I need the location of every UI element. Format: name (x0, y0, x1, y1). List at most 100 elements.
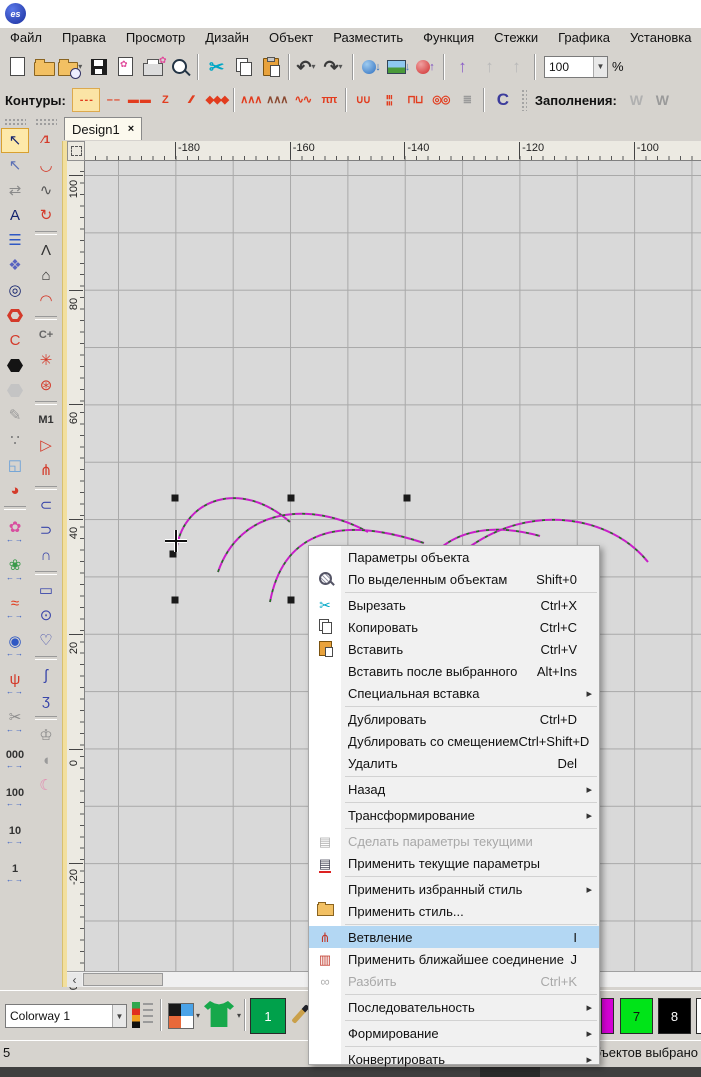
outline-style-coil[interactable]: ◎◎ (428, 89, 454, 111)
outline-style-blanket[interactable]: ≣ (454, 89, 480, 111)
arc-digitize-tool[interactable]: ◡ (32, 153, 60, 178)
menu-item-cut[interactable]: ✂ВырезатьCtrl+X (309, 594, 599, 616)
stipple-run-tool[interactable]: ∵ (1, 428, 29, 453)
menu-item-paste-special[interactable]: Специальная вставка▸ (309, 682, 599, 704)
knife-tool[interactable]: ✎ (1, 403, 29, 428)
freehand-open-tool[interactable]: ʃ (32, 663, 60, 688)
export-graphic-button[interactable]: ✿ (112, 52, 139, 82)
punch-arc-tool[interactable]: ☾ (32, 773, 60, 798)
reshape-object-tool[interactable]: ↖ (1, 153, 29, 178)
current-color-swatch[interactable]: 1 (250, 998, 286, 1034)
menu-item-copy[interactable]: КопироватьCtrl+C (309, 616, 599, 638)
color-swatch-8[interactable]: 8 (658, 998, 691, 1034)
design-colors-button[interactable]: ↑ (412, 52, 439, 82)
menu-Графика[interactable]: Графика (548, 28, 620, 48)
rectangle-tool[interactable]: ▭ (32, 578, 60, 603)
menu-Разместить[interactable]: Разместить (323, 28, 413, 48)
ellipse-tool[interactable]: ⊙ (32, 603, 60, 628)
new-document-button[interactable] (4, 52, 31, 82)
print-preview-button[interactable] (166, 52, 193, 82)
outline-style-wave[interactable]: ∿∿ (290, 89, 316, 111)
open-design-button[interactable] (31, 52, 58, 82)
rotate-ellipse-tool[interactable]: ↻ (32, 203, 60, 228)
overlap-squares-tool[interactable]: ◱ (1, 453, 29, 478)
outline-style-diamonds[interactable]: ◆◆◆ (204, 89, 230, 111)
colorway-select[interactable]: Colorway 1 ▼ (5, 1004, 127, 1028)
polyline-run-tool[interactable]: M1 (32, 408, 60, 433)
lettering-tool[interactable]: A (1, 203, 29, 228)
menu-item-duplicate[interactable]: ДублироватьCtrl+D (309, 708, 599, 730)
selection-handle[interactable] (288, 597, 295, 604)
rings-tool[interactable]: ◎ (1, 278, 29, 303)
circle-plus-tool[interactable]: C+ (32, 323, 60, 348)
open-polyline-tool[interactable]: Λ (32, 238, 60, 263)
outline-style-hatch[interactable]: ∕∕∕ (178, 89, 204, 111)
menu-item-convert[interactable]: Конвертировать▸ (309, 1048, 599, 1070)
menu-item-zoom-to-selected[interactable]: По выделенным объектамShift+0 (309, 568, 599, 590)
scissors-spacing-tool[interactable]: ✂←→ (1, 703, 29, 741)
selection-handle[interactable] (172, 495, 179, 502)
selection-handle[interactable] (288, 495, 295, 502)
freehand-closed-tool[interactable]: ʒ (32, 688, 60, 713)
chevron-down-icon[interactable]: ▼ (112, 1005, 126, 1027)
cut-button[interactable]: ✂ (203, 52, 230, 82)
toolbar-grip[interactable] (521, 89, 527, 111)
gradient-hexagon-tool[interactable] (1, 378, 29, 403)
menu-item-sequence[interactable]: Последовательность▸ (309, 996, 599, 1018)
closed-polygon-tool[interactable]: ⌂ (32, 263, 60, 288)
menu-Установка[interactable]: Установка (620, 28, 701, 48)
redo-button[interactable]: ↷▾ (321, 52, 348, 82)
thread-spool-tool[interactable]: ◉←→ (1, 627, 29, 665)
scrollbar-thumb[interactable] (83, 973, 163, 986)
flower-wheel-tool[interactable]: ✳ (32, 348, 60, 373)
circle-knife-tool[interactable]: ◖ (32, 748, 60, 773)
curve-right-tool[interactable]: ⊃ (32, 518, 60, 543)
hexagon-outline-tool[interactable] (1, 303, 29, 328)
outline-style-zigzag-small[interactable]: ∧∧∧ (238, 89, 264, 111)
save-design-button[interactable] (85, 52, 112, 82)
color-swatch-7[interactable]: 7 (620, 998, 653, 1034)
color-brush-icon[interactable] (291, 1004, 309, 1024)
undo-button[interactable]: ↶▾ (294, 52, 321, 82)
spoke-wheel-tool[interactable]: ⊛ (32, 373, 60, 398)
value-10-tool[interactable]: 10←→ (1, 817, 29, 855)
outline-style-loops[interactable]: ∪∪ (350, 89, 376, 111)
branching-tool[interactable]: ⋔ (32, 458, 60, 483)
output-button-1[interactable]: ↑ (476, 52, 503, 82)
flower-tool[interactable]: ✿←→ (1, 513, 29, 551)
product-tshirt-icon[interactable] (204, 1001, 234, 1027)
menu-item-split[interactable]: ∞РазбитьCtrl+K (309, 970, 599, 992)
menu-item-apply-style[interactable]: Применить стиль... (309, 900, 599, 922)
outline-style-sketch[interactable]: ¦¦¦ (376, 89, 402, 111)
menu-Функция[interactable]: Функция (413, 28, 484, 48)
menu-item-paste-after-selected[interactable]: Вставить после выбранногоAlt+Ins (309, 660, 599, 682)
embroidery-curve[interactable] (177, 498, 290, 546)
print-button[interactable]: ✿ (139, 52, 166, 82)
send-to-hoop-button[interactable]: ↑ (449, 52, 476, 82)
outline-style-square-wave[interactable]: ⊓⊔ (402, 89, 428, 111)
menu-item-shaping[interactable]: Формирование▸ (309, 1022, 599, 1044)
copy-button[interactable] (230, 52, 257, 82)
insert-design-button[interactable]: ↓ (358, 52, 385, 82)
toolbox-grip[interactable] (35, 118, 57, 125)
menu-item-branching[interactable]: ⋔ВетвлениеI (309, 926, 599, 948)
zigzag-spacing-tool[interactable]: ≈←→ (1, 589, 29, 627)
menu-item-apply-closest-join[interactable]: ▥Применить ближайшее соединениеJ (309, 948, 599, 970)
selection-handle[interactable] (404, 495, 411, 502)
output-button-2[interactable]: ↑ (503, 52, 530, 82)
open-recent-button[interactable]: ▾ (58, 52, 85, 82)
outline-style-comb[interactable]: ππ (316, 89, 342, 111)
menu-item-object-properties[interactable]: Параметры объекта (309, 546, 599, 568)
curve-left-tool[interactable]: ⊂ (32, 493, 60, 518)
monogramming-tool[interactable]: ❖ (1, 253, 29, 278)
value-1-tool[interactable]: 1←→ (1, 855, 29, 893)
outline-style-dash-small[interactable]: - - - (72, 88, 100, 112)
menu-Правка[interactable]: Правка (52, 28, 116, 48)
arc-digitize-button[interactable]: C (488, 89, 518, 111)
paste-button[interactable] (257, 52, 284, 82)
value-100-tool[interactable]: 100←→ (1, 779, 29, 817)
plant-tool[interactable]: ❀←→ (1, 551, 29, 589)
menu-item-apply-favorite-style[interactable]: Применить избранный стиль▸ (309, 878, 599, 900)
outline-style-lightning[interactable]: Z (152, 89, 178, 111)
chevron-down-icon[interactable]: ▾ (196, 1011, 200, 1020)
